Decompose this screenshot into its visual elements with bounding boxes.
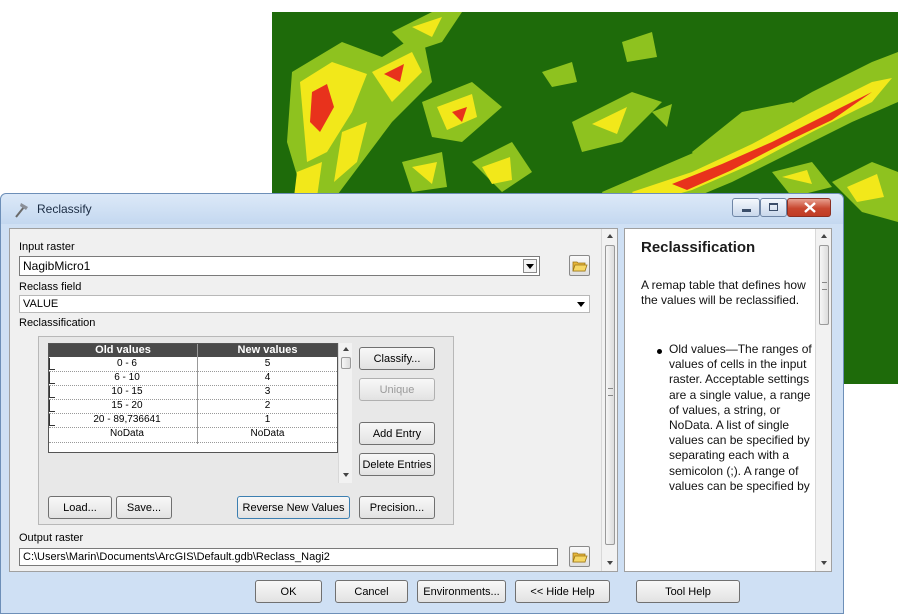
scroll-up-icon[interactable] <box>343 347 349 351</box>
grip-icon <box>608 388 613 396</box>
help-bullet-text: Old values—The ranges of values of cells… <box>669 342 812 493</box>
row-marker <box>49 400 55 412</box>
table-row[interactable]: 6 - 10 4 <box>49 372 337 386</box>
input-raster-dropdown[interactable]: NagibMicro1 <box>19 256 540 276</box>
dialog-button-bar: OK Cancel Environments... << Hide Help T… <box>1 574 843 614</box>
environments-button[interactable]: Environments... <box>417 580 506 603</box>
new-value-cell[interactable]: NoData <box>198 428 337 440</box>
new-value-cell[interactable]: 2 <box>198 400 337 412</box>
input-raster-value: NagibMicro1 <box>23 259 91 273</box>
folder-open-icon <box>572 552 588 563</box>
classify-button[interactable]: Classify... <box>359 347 435 370</box>
minimize-button[interactable] <box>732 198 760 217</box>
bullet-icon <box>657 349 662 354</box>
minimize-icon <box>742 209 751 212</box>
scroll-up-icon[interactable] <box>821 234 827 238</box>
grip-icon <box>822 282 827 290</box>
new-value-cell[interactable]: 3 <box>198 386 337 398</box>
help-scrollbar-thumb[interactable] <box>819 245 829 325</box>
chevron-down-icon <box>526 264 534 269</box>
table-row[interactable]: 15 - 20 2 <box>49 400 337 414</box>
reclass-field-dropdown[interactable]: VALUE <box>19 295 590 313</box>
row-marker <box>49 414 55 426</box>
row-divider <box>49 442 337 443</box>
old-value-cell[interactable]: 6 - 10 <box>57 372 197 384</box>
save-button[interactable]: Save... <box>116 496 172 519</box>
new-value-cell[interactable]: 5 <box>198 358 337 370</box>
table-row[interactable]: 20 - 89,736641 1 <box>49 414 337 428</box>
output-raster-label: Output raster <box>19 532 84 544</box>
scroll-down-icon[interactable] <box>343 473 349 477</box>
close-button[interactable] <box>787 198 831 217</box>
input-raster-label: Input raster <box>19 241 75 253</box>
reclass-field-value: VALUE <box>23 298 59 310</box>
help-title: Reclassification <box>641 239 756 256</box>
parameters-scrollbar-thumb[interactable] <box>605 245 615 545</box>
folder-open-icon <box>572 261 588 272</box>
cancel-button[interactable]: Cancel <box>335 580 408 603</box>
reclassify-hammer-icon <box>15 203 28 218</box>
add-entry-button[interactable]: Add Entry <box>359 422 435 445</box>
output-raster-field[interactable]: C:\Users\Marin\Documents\ArcGIS\Default.… <box>19 548 558 566</box>
old-value-cell[interactable]: 0 - 6 <box>57 358 197 370</box>
help-panel: Reclassification A remap table that defi… <box>624 228 832 572</box>
column-header-new-values[interactable]: New values <box>198 344 337 357</box>
old-value-cell[interactable]: 15 - 20 <box>57 400 197 412</box>
load-button[interactable]: Load... <box>48 496 112 519</box>
tool-help-button[interactable]: Tool Help <box>636 580 740 603</box>
dropdown-button[interactable] <box>523 259 537 273</box>
reclassification-table[interactable]: Old values New values 0 - 6 5 6 - 10 4 1… <box>48 343 338 453</box>
reclassification-label: Reclassification <box>19 317 96 329</box>
unique-button[interactable]: Unique <box>359 378 435 401</box>
table-row[interactable]: NoData NoData <box>49 428 337 442</box>
close-icon <box>804 202 816 213</box>
scroll-up-icon[interactable] <box>607 234 613 238</box>
title-bar[interactable]: Reclassify <box>1 194 843 224</box>
chevron-down-icon <box>577 302 585 307</box>
parameters-scrollbar[interactable] <box>601 229 617 571</box>
delete-entries-button[interactable]: Delete Entries <box>359 453 435 476</box>
reverse-new-values-button[interactable]: Reverse New Values <box>237 496 350 519</box>
ok-button[interactable]: OK <box>255 580 322 603</box>
precision-button[interactable]: Precision... <box>359 496 435 519</box>
help-scrollbar[interactable] <box>815 229 831 571</box>
reclass-field-label: Reclass field <box>19 281 82 293</box>
row-marker <box>49 372 55 384</box>
new-value-cell[interactable]: 4 <box>198 372 337 384</box>
column-header-old-values[interactable]: Old values <box>49 344 197 357</box>
scroll-down-icon[interactable] <box>607 561 613 565</box>
table-scrollbar-thumb[interactable] <box>341 357 351 369</box>
maximize-icon <box>769 203 778 211</box>
help-intro-text: A remap table that defines how the value… <box>641 278 806 307</box>
table-row[interactable]: 0 - 6 5 <box>49 358 337 372</box>
parameters-panel: Input raster NagibMicro1 Reclass field V… <box>9 228 618 572</box>
dialog-title: Reclassify <box>37 202 92 216</box>
output-raster-browse-button[interactable] <box>569 546 590 567</box>
maximize-button[interactable] <box>760 198 787 217</box>
old-value-cell[interactable]: 20 - 89,736641 <box>57 414 197 426</box>
row-marker <box>49 386 55 398</box>
output-raster-value: C:\Users\Marin\Documents\ArcGIS\Default.… <box>23 551 330 563</box>
table-row[interactable]: 10 - 15 3 <box>49 386 337 400</box>
input-raster-browse-button[interactable] <box>569 255 590 276</box>
old-value-cell[interactable]: 10 - 15 <box>57 386 197 398</box>
row-marker <box>49 358 55 370</box>
scroll-down-icon[interactable] <box>821 561 827 565</box>
new-value-cell[interactable]: 1 <box>198 414 337 426</box>
table-scrollbar[interactable] <box>338 343 352 483</box>
old-value-cell[interactable]: NoData <box>57 428 197 440</box>
reclassify-dialog: Reclassify Input raster NagibMicro1 Recl… <box>0 193 844 614</box>
hide-help-button[interactable]: << Hide Help <box>515 580 610 603</box>
